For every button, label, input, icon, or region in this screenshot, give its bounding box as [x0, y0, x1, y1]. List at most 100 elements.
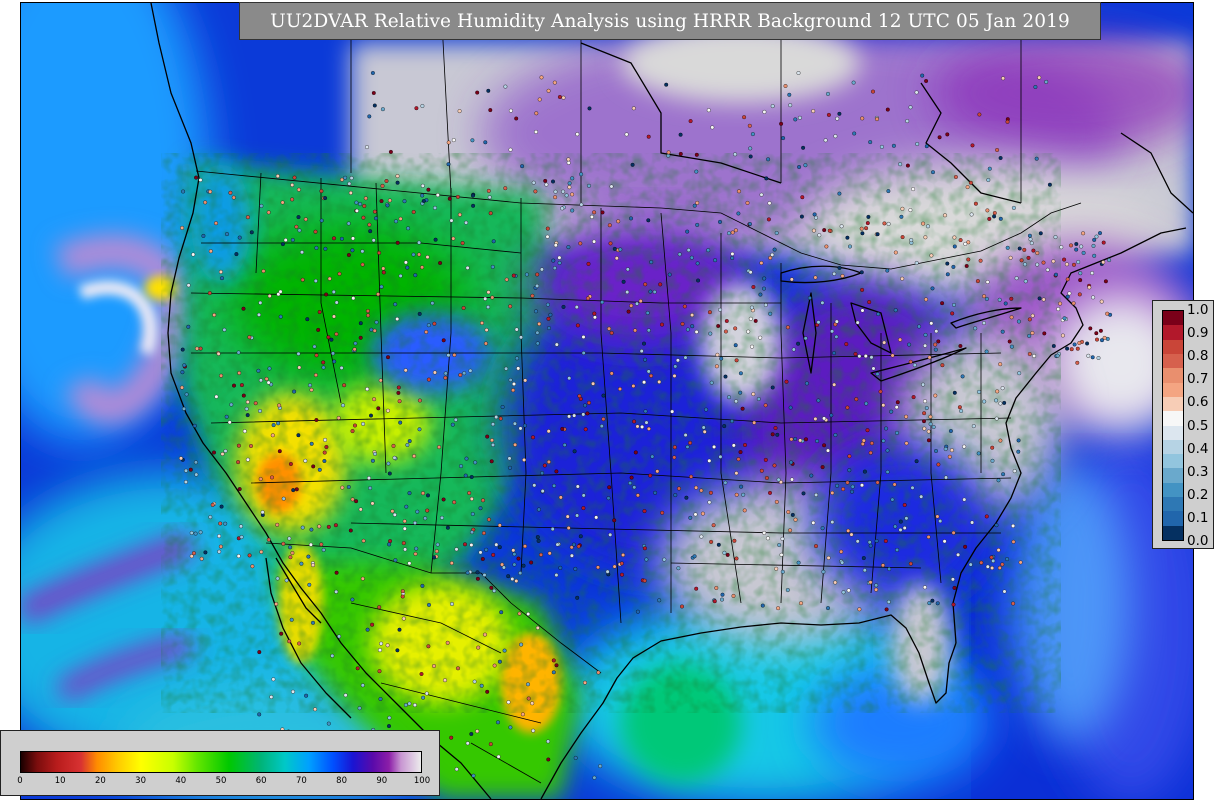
- observation-station-marker: [616, 219, 621, 224]
- observation-station-marker: [884, 607, 889, 612]
- observation-station-marker: [631, 106, 636, 111]
- observation-station-marker: [432, 370, 437, 375]
- observation-station-marker: [554, 342, 559, 347]
- observation-station-marker: [1062, 316, 1067, 321]
- observation-station-marker: [290, 551, 295, 555]
- observation-station-marker: [676, 566, 681, 571]
- obs-colorbar: 1.0 0.9 0.8 0.7 0.6 0.5 0.4 0.3 0.2 0.1 0.0: [1152, 300, 1214, 549]
- observation-station-marker: [321, 360, 326, 365]
- observation-station-marker: [738, 390, 743, 395]
- observation-station-marker: [733, 228, 738, 233]
- observation-station-marker: [331, 289, 336, 294]
- observation-station-marker: [553, 189, 558, 194]
- observation-station-marker: [652, 289, 657, 294]
- observation-station-marker: [400, 594, 405, 599]
- observation-station-marker: [321, 365, 326, 370]
- observation-station-marker: [814, 215, 818, 220]
- observation-station-marker: [354, 208, 359, 213]
- observation-station-marker: [203, 550, 208, 555]
- observation-station-marker: [608, 241, 613, 246]
- observation-station-marker: [695, 222, 700, 227]
- observation-station-marker: [280, 242, 285, 247]
- observation-station-marker: [564, 193, 569, 198]
- observation-station-marker: [680, 604, 684, 609]
- observation-station-marker: [970, 520, 975, 525]
- observation-station-marker: [704, 407, 709, 412]
- observation-station-marker: [438, 261, 443, 265]
- observation-station-marker: [926, 429, 931, 434]
- observation-station-marker: [926, 535, 931, 539]
- observation-station-marker: [237, 487, 242, 492]
- observation-station-marker: [756, 397, 761, 401]
- observation-station-marker: [437, 445, 442, 450]
- observation-station-marker: [216, 351, 221, 356]
- observation-station-marker: [425, 255, 430, 260]
- observation-station-marker: [567, 185, 572, 190]
- observation-station-marker: [898, 162, 903, 167]
- observation-station-marker: [218, 269, 223, 274]
- observation-station-marker: [804, 437, 808, 442]
- observation-station-marker: [881, 563, 885, 568]
- observation-station-marker: [763, 403, 768, 408]
- observation-station-marker: [716, 324, 721, 328]
- obs-colorbar-tick: 0.8: [1187, 348, 1209, 365]
- observation-station-marker: [305, 317, 310, 322]
- observation-station-marker: [245, 457, 250, 462]
- observation-station-marker: [407, 439, 412, 444]
- observation-station-marker: [562, 443, 567, 447]
- observation-station-marker: [905, 163, 910, 168]
- observation-station-marker: [922, 419, 926, 424]
- observation-station-marker: [374, 320, 379, 325]
- observation-station-marker: [990, 458, 995, 463]
- observation-station-marker: [182, 406, 186, 411]
- observation-station-marker: [978, 258, 983, 263]
- observation-station-marker: [199, 556, 204, 561]
- observation-station-marker: [258, 378, 263, 383]
- observation-station-marker: [470, 530, 474, 535]
- observation-station-marker: [720, 592, 725, 597]
- observation-station-marker: [849, 532, 854, 537]
- observation-station-marker: [979, 560, 984, 565]
- observation-station-marker: [748, 316, 753, 321]
- observation-station-marker: [319, 189, 324, 194]
- obs-colorbar-segment: [1163, 439, 1183, 455]
- observation-station-marker: [940, 301, 945, 306]
- observation-station-marker: [387, 715, 392, 720]
- observation-station-marker: [730, 230, 735, 235]
- observation-station-marker: [378, 697, 383, 701]
- observation-station-marker: [441, 338, 446, 343]
- observation-station-marker: [748, 222, 752, 226]
- observation-station-marker: [483, 296, 488, 301]
- observation-station-marker: [875, 480, 880, 485]
- observation-station-marker: [1056, 307, 1061, 312]
- observation-station-marker: [332, 359, 337, 364]
- observation-station-marker: [1091, 243, 1096, 248]
- observation-station-marker: [973, 201, 978, 206]
- observation-station-marker: [1087, 285, 1092, 290]
- observation-station-marker: [1035, 262, 1040, 267]
- observation-station-marker: [833, 134, 838, 139]
- observation-station-marker: [478, 506, 483, 511]
- observation-station-marker: [1077, 341, 1082, 345]
- observation-station-marker: [685, 327, 690, 332]
- observation-station-marker: [699, 488, 704, 493]
- observation-station-marker: [258, 477, 263, 481]
- observation-station-marker: [393, 302, 398, 307]
- observation-station-marker: [417, 240, 422, 245]
- observation-station-marker: [257, 712, 262, 717]
- observation-station-marker: [411, 252, 416, 257]
- observation-station-marker: [857, 354, 862, 359]
- observation-station-marker: [540, 489, 545, 494]
- observation-station-marker: [1086, 353, 1091, 358]
- observation-station-marker: [236, 460, 241, 465]
- observation-station-marker: [536, 538, 541, 543]
- observation-station-marker: [417, 398, 422, 403]
- observation-station-marker: [847, 454, 852, 459]
- observation-station-marker: [370, 501, 375, 506]
- observation-station-marker: [198, 346, 203, 351]
- rh-analysis-map[interactable]: [20, 2, 1194, 800]
- observation-station-marker: [546, 757, 551, 762]
- observation-station-marker: [911, 187, 916, 192]
- observation-station-marker: [387, 542, 392, 547]
- observation-station-marker: [447, 196, 452, 201]
